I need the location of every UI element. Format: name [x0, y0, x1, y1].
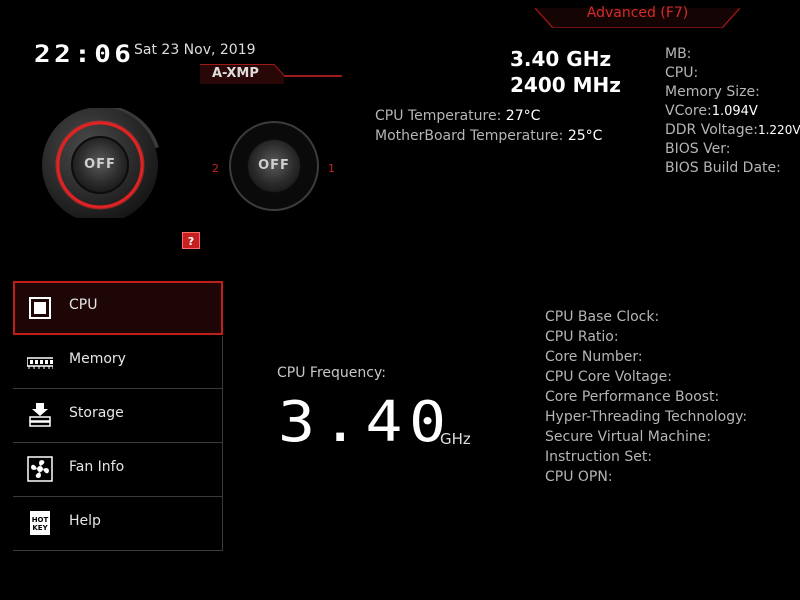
hotkey-icon: HOT KEY: [30, 511, 50, 535]
game-boost-knob[interactable]: OFF: [40, 104, 160, 223]
mb-temperature-value: 25°C: [567, 128, 603, 144]
cpu-temperature: CPU Temperature: 27°C: [375, 108, 541, 124]
cpu-info: CPU:: [665, 65, 699, 81]
cpu-frequency-value: 3.40: [278, 390, 453, 455]
sidebar-item-label: Help: [69, 513, 101, 529]
ddr-voltage-info: DDR Voltage:1.220V: [665, 122, 800, 138]
memory-size-info: Memory Size:: [665, 84, 760, 100]
axmp-state: OFF: [258, 158, 290, 173]
spec-cpu-base-clock: CPU Base Clock:: [545, 309, 660, 325]
sidebar-item-storage[interactable]: Storage: [13, 389, 223, 443]
spec-core-number: Core Number:: [545, 349, 643, 365]
fan-icon: [27, 456, 53, 482]
advanced-tab-label: Advanced (F7): [586, 5, 689, 21]
axmp-profile-1: 1: [328, 162, 335, 175]
sidebar-divider: [222, 336, 223, 550]
sidebar-item-label: Fan Info: [69, 459, 125, 475]
bios-build-date-info: BIOS Build Date:: [665, 160, 781, 176]
svg-text:KEY: KEY: [32, 524, 48, 532]
sidebar-item-fan-info[interactable]: Fan Info: [13, 443, 223, 497]
sidebar-item-help[interactable]: HOT KEY Help: [13, 497, 223, 551]
mb-temperature: MotherBoard Temperature: 25°C: [375, 128, 603, 144]
axmp-profile-2: 2: [212, 162, 219, 175]
spec-instruction-set: Instruction Set:: [545, 449, 653, 465]
spec-cpu-core-voltage: CPU Core Voltage:: [545, 369, 672, 385]
memory-speed: 2400 MHz: [510, 73, 621, 97]
memory-icon: [27, 357, 53, 369]
date: Sat 23 Nov, 2019: [134, 42, 256, 58]
clock: 22:06: [34, 40, 135, 68]
vcore-info: VCore:1.094V: [665, 103, 758, 119]
spec-core-performance-boost: Core Performance Boost:: [545, 389, 720, 405]
vcore-value: 1.094V: [711, 104, 758, 119]
spec-cpu-opn: CPU OPN:: [545, 469, 613, 485]
cpu-icon: [29, 297, 51, 319]
spec-hyper-threading: Hyper-Threading Technology:: [545, 409, 748, 425]
cpu-frequency-label: CPU Frequency:: [277, 365, 386, 381]
axmp-label: A-XMP: [212, 66, 259, 81]
advanced-mode-tab[interactable]: Advanced (F7): [535, 0, 740, 28]
cpu-temperature-value: 27°C: [505, 108, 541, 124]
game-boost-state: OFF: [84, 157, 116, 172]
ddr-voltage-value: 1.220V: [757, 123, 800, 137]
axmp-tab[interactable]: A-XMP: [200, 64, 342, 84]
storage-icon: [29, 403, 51, 427]
spec-cpu-ratio: CPU Ratio:: [545, 329, 619, 345]
help-question-button[interactable]: ?: [182, 232, 200, 249]
sidebar: CPU Memory Storage Fan Info HOT KEY Help: [13, 281, 223, 551]
sidebar-item-label: Storage: [69, 405, 124, 421]
sidebar-item-label: Memory: [69, 351, 126, 367]
bios-ver-info: BIOS Ver:: [665, 141, 731, 157]
spec-secure-virtual-machine: Secure Virtual Machine:: [545, 429, 712, 445]
sidebar-item-label: CPU: [69, 297, 98, 313]
cpu-frequency-unit: GHz: [440, 430, 471, 448]
mb-info: MB:: [665, 46, 692, 62]
sidebar-item-memory[interactable]: Memory: [13, 335, 223, 389]
cpu-speed: 3.40 GHz: [510, 47, 612, 71]
svg-text:HOT: HOT: [32, 516, 49, 524]
sidebar-item-cpu[interactable]: CPU: [13, 281, 223, 335]
axmp-knob[interactable]: OFF: [228, 120, 320, 212]
